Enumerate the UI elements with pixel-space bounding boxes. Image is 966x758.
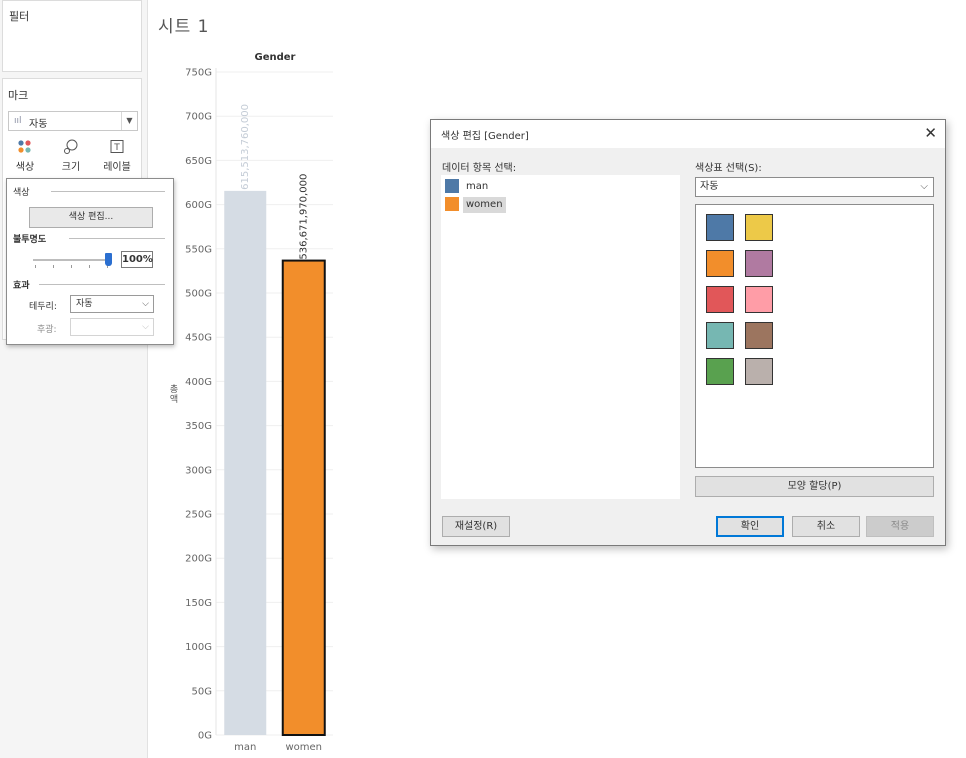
label-icon: T bbox=[110, 140, 124, 153]
chart-title: Gender bbox=[255, 52, 296, 63]
item-name: women bbox=[463, 197, 506, 213]
item-color-swatch bbox=[445, 197, 459, 211]
y-tick-label: 450G bbox=[185, 333, 212, 344]
item-name: man bbox=[466, 181, 489, 192]
y-tick-label: 300G bbox=[185, 465, 212, 476]
y-tick-label: 0G bbox=[198, 731, 212, 742]
color-dots-icon bbox=[18, 140, 31, 153]
y-tick-label: 500G bbox=[185, 289, 212, 300]
close-icon[interactable]: ✕ bbox=[924, 124, 937, 142]
palette-swatch[interactable] bbox=[706, 322, 734, 349]
slider-tick bbox=[53, 265, 54, 268]
palette-swatch[interactable] bbox=[745, 214, 773, 241]
palette-swatch[interactable] bbox=[745, 286, 773, 313]
y-tick-label: 250G bbox=[185, 510, 212, 521]
palette-swatch[interactable] bbox=[706, 358, 734, 385]
slider-tick bbox=[89, 265, 90, 268]
filters-shelf[interactable]: 필터 bbox=[2, 0, 142, 72]
left-pane: 필터 마크 ııl 자동 ▼ 색상 크기 T 레이블 bbox=[0, 0, 148, 758]
mark-type-dropdown[interactable]: ııl 자동 ▼ bbox=[8, 111, 138, 131]
data-label: 536,671,970,000 bbox=[299, 174, 310, 260]
reset-button[interactable]: 재설정(R) bbox=[442, 516, 510, 537]
label-mark-button[interactable]: T 레이블 bbox=[97, 137, 137, 175]
palette-value: 자동 bbox=[700, 181, 719, 192]
color-section-title: 색상 bbox=[13, 185, 34, 198]
data-items-label: 데이터 항목 선택: bbox=[442, 163, 517, 174]
y-tick-label: 50G bbox=[192, 686, 212, 697]
palette-swatch[interactable] bbox=[745, 250, 773, 277]
palette-swatch[interactable] bbox=[745, 322, 773, 349]
palette-label: 색상표 선택(S): bbox=[695, 163, 762, 174]
y-tick-label: 100G bbox=[185, 642, 212, 653]
x-category-label: women bbox=[285, 742, 322, 753]
y-axis-label: 총액 bbox=[170, 384, 178, 405]
bar-chart-icon: ııl bbox=[14, 116, 22, 126]
size-icon bbox=[64, 139, 78, 154]
y-tick-label: 600G bbox=[185, 200, 212, 211]
palette-swatch[interactable] bbox=[745, 358, 773, 385]
border-dropdown[interactable]: 자동 ⌵ bbox=[70, 295, 154, 313]
marks-title: 마크 bbox=[8, 89, 29, 102]
border-value: 자동 bbox=[76, 299, 93, 309]
mark-type-value: 자동 bbox=[29, 119, 48, 130]
y-tick-label: 550G bbox=[185, 244, 212, 255]
halo-dropdown[interactable]: ⌵ bbox=[70, 318, 154, 336]
slider-tick bbox=[71, 265, 72, 268]
opacity-section-title: 불투명도 bbox=[13, 232, 51, 245]
dialog-titlebar[interactable]: 색상 편집 [Gender] ✕ bbox=[431, 120, 945, 148]
opacity-slider-thumb[interactable] bbox=[105, 253, 112, 266]
bar-women bbox=[281, 259, 326, 737]
x-category-label: man bbox=[234, 742, 256, 753]
effects-section-title: 효과 bbox=[13, 278, 34, 291]
color-mark-button[interactable]: 색상 bbox=[5, 137, 45, 175]
y-tick-label: 150G bbox=[185, 598, 212, 609]
chevron-down-icon: ▼ bbox=[121, 112, 137, 130]
data-items-list: man women bbox=[441, 175, 680, 499]
edit-colors-dialog: 색상 편집 [Gender] ✕ 데이터 항목 선택: man women 색상… bbox=[430, 119, 946, 546]
palette-swatch[interactable] bbox=[706, 214, 734, 241]
y-tick-label: 750G bbox=[185, 68, 212, 79]
label-mark-label: 레이블 bbox=[103, 162, 131, 173]
palette-swatch[interactable] bbox=[706, 286, 734, 313]
y-tick-label: 400G bbox=[185, 377, 212, 388]
border-label: 테두리: bbox=[29, 302, 57, 312]
size-mark-button[interactable]: 크기 bbox=[51, 137, 91, 175]
palette-swatch[interactable] bbox=[706, 250, 734, 277]
dialog-title: 색상 편집 [Gender] bbox=[441, 131, 529, 142]
slider-tick bbox=[35, 265, 36, 268]
assign-palette-button[interactable]: 모양 할당(P) bbox=[695, 476, 934, 497]
bar-man bbox=[224, 190, 267, 735]
size-mark-label: 크기 bbox=[61, 162, 81, 173]
y-tick-label: 350G bbox=[185, 421, 212, 432]
y-tick-label: 200G bbox=[185, 554, 212, 565]
data-label: 615,513,760,000 bbox=[240, 104, 251, 190]
section-divider bbox=[39, 284, 165, 285]
palette-dropdown[interactable]: 자동 ⌵ bbox=[695, 177, 934, 197]
color-mark-label: 색상 bbox=[15, 162, 35, 173]
apply-button[interactable]: 적용 bbox=[866, 516, 934, 537]
sheet-title: 시트 1 bbox=[158, 17, 210, 37]
halo-label: 후광: bbox=[37, 325, 57, 335]
opacity-slider-track[interactable] bbox=[33, 259, 109, 261]
chevron-down-icon: ⌵ bbox=[920, 181, 928, 192]
edit-colors-button[interactable]: 색상 편집... bbox=[29, 207, 153, 228]
ok-button[interactable]: 확인 bbox=[716, 516, 784, 537]
palette-swatch-grid bbox=[695, 204, 934, 468]
svg-text:T: T bbox=[113, 143, 120, 153]
cancel-button[interactable]: 취소 bbox=[792, 516, 860, 537]
filters-title: 필터 bbox=[9, 10, 30, 23]
bar-chart: Gender 0G 50G 100G 150G 200G 250G 300G 350G 400G 4… bbox=[170, 52, 333, 753]
y-tick-label: 650G bbox=[185, 156, 212, 167]
y-tick-label: 700G bbox=[185, 112, 212, 123]
item-color-swatch bbox=[445, 179, 459, 193]
